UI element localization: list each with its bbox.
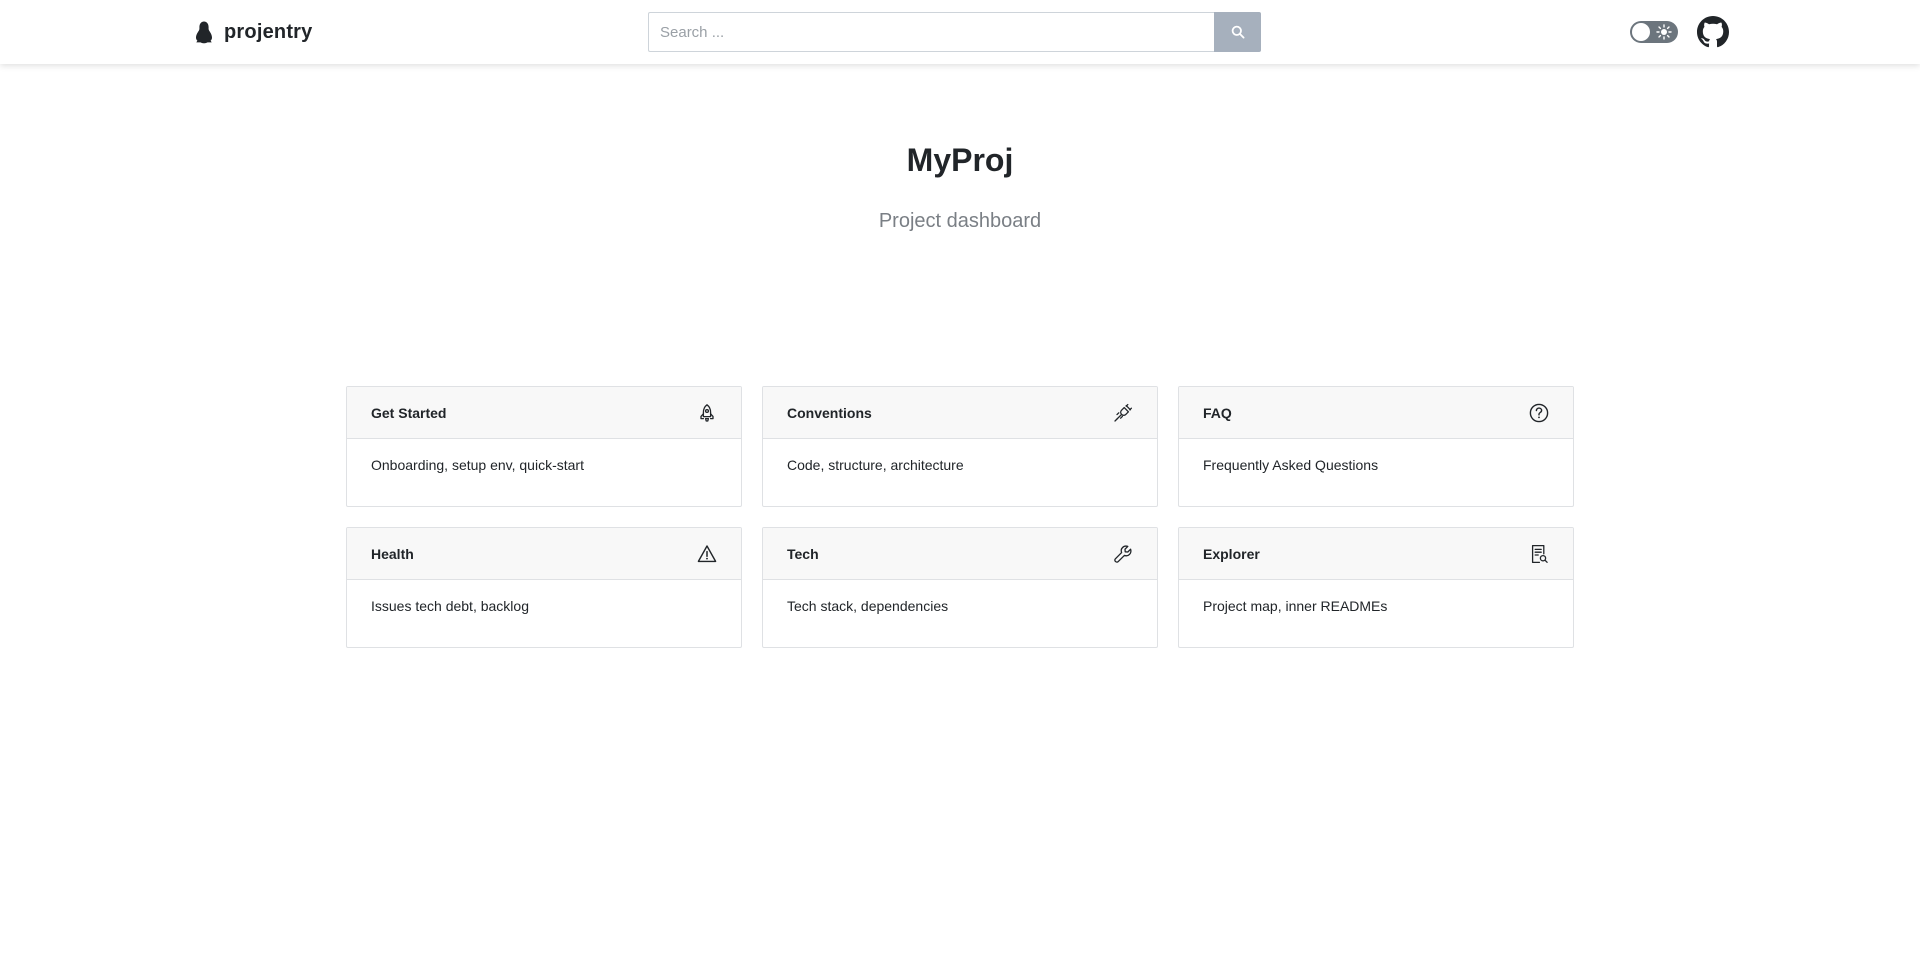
warning-triangle-icon — [697, 544, 717, 562]
card-tech[interactable]: Tech Tech stack, dependencies — [762, 527, 1158, 648]
theme-toggle[interactable] — [1630, 21, 1678, 43]
page-title: MyProj — [906, 142, 1014, 178]
card-description: Tech stack, dependencies — [787, 598, 949, 614]
card-description: Frequently Asked Questions — [1203, 457, 1379, 473]
card-title: Get Started — [371, 404, 447, 421]
card-get-started[interactable]: Get Started Onboarding, setup env, quick… — [346, 386, 742, 507]
card-title: FAQ — [1203, 404, 1232, 421]
github-icon — [1697, 16, 1729, 48]
top-navbar: projentry — [0, 0, 1920, 64]
search-input[interactable] — [648, 12, 1214, 52]
brand-name: projentry — [224, 20, 313, 43]
file-search-icon — [1531, 544, 1548, 563]
card-header: Get Started — [347, 387, 741, 439]
card-explorer[interactable]: Explorer Project map, inner READMEs — [1178, 527, 1574, 648]
github-link[interactable] — [1697, 16, 1729, 48]
sun-icon — [1656, 24, 1672, 40]
wrench-icon — [1114, 544, 1132, 563]
search-icon — [1231, 25, 1245, 39]
card-description: Issues tech debt, backlog — [371, 598, 529, 614]
card-title: Conventions — [787, 404, 872, 421]
card-header: Conventions — [763, 387, 1157, 439]
card-description: Code, structure, architecture — [787, 457, 964, 473]
question-circle-icon — [1529, 403, 1549, 422]
page-subtitle: Project dashboard — [878, 210, 1042, 232]
card-faq[interactable]: FAQ Frequently Asked Questions — [1178, 386, 1574, 507]
card-title: Explorer — [1203, 545, 1260, 562]
card-title: Health — [371, 545, 414, 562]
brand-link[interactable]: projentry — [193, 18, 312, 46]
card-header: Explorer — [1179, 528, 1573, 580]
dashboard-cards: Get Started Onboarding, setup env, quick… — [346, 386, 1575, 648]
card-description: Onboarding, setup env, quick-start — [371, 457, 584, 473]
plug-icon — [1114, 403, 1133, 422]
search-button[interactable] — [1214, 12, 1261, 52]
card-header: Health — [347, 528, 741, 580]
card-health[interactable]: Health Issues tech debt, backlog — [346, 527, 742, 648]
card-header: FAQ — [1179, 387, 1573, 439]
toggle-knob — [1632, 23, 1650, 41]
card-conventions[interactable]: Conventions Code, structure, architectur… — [762, 386, 1158, 507]
card-title: Tech — [787, 545, 819, 562]
search-bar — [648, 12, 1261, 52]
penguin-icon — [196, 21, 212, 44]
card-description: Project map, inner READMEs — [1203, 598, 1388, 614]
card-header: Tech — [763, 528, 1157, 580]
rocket-icon — [700, 403, 714, 422]
